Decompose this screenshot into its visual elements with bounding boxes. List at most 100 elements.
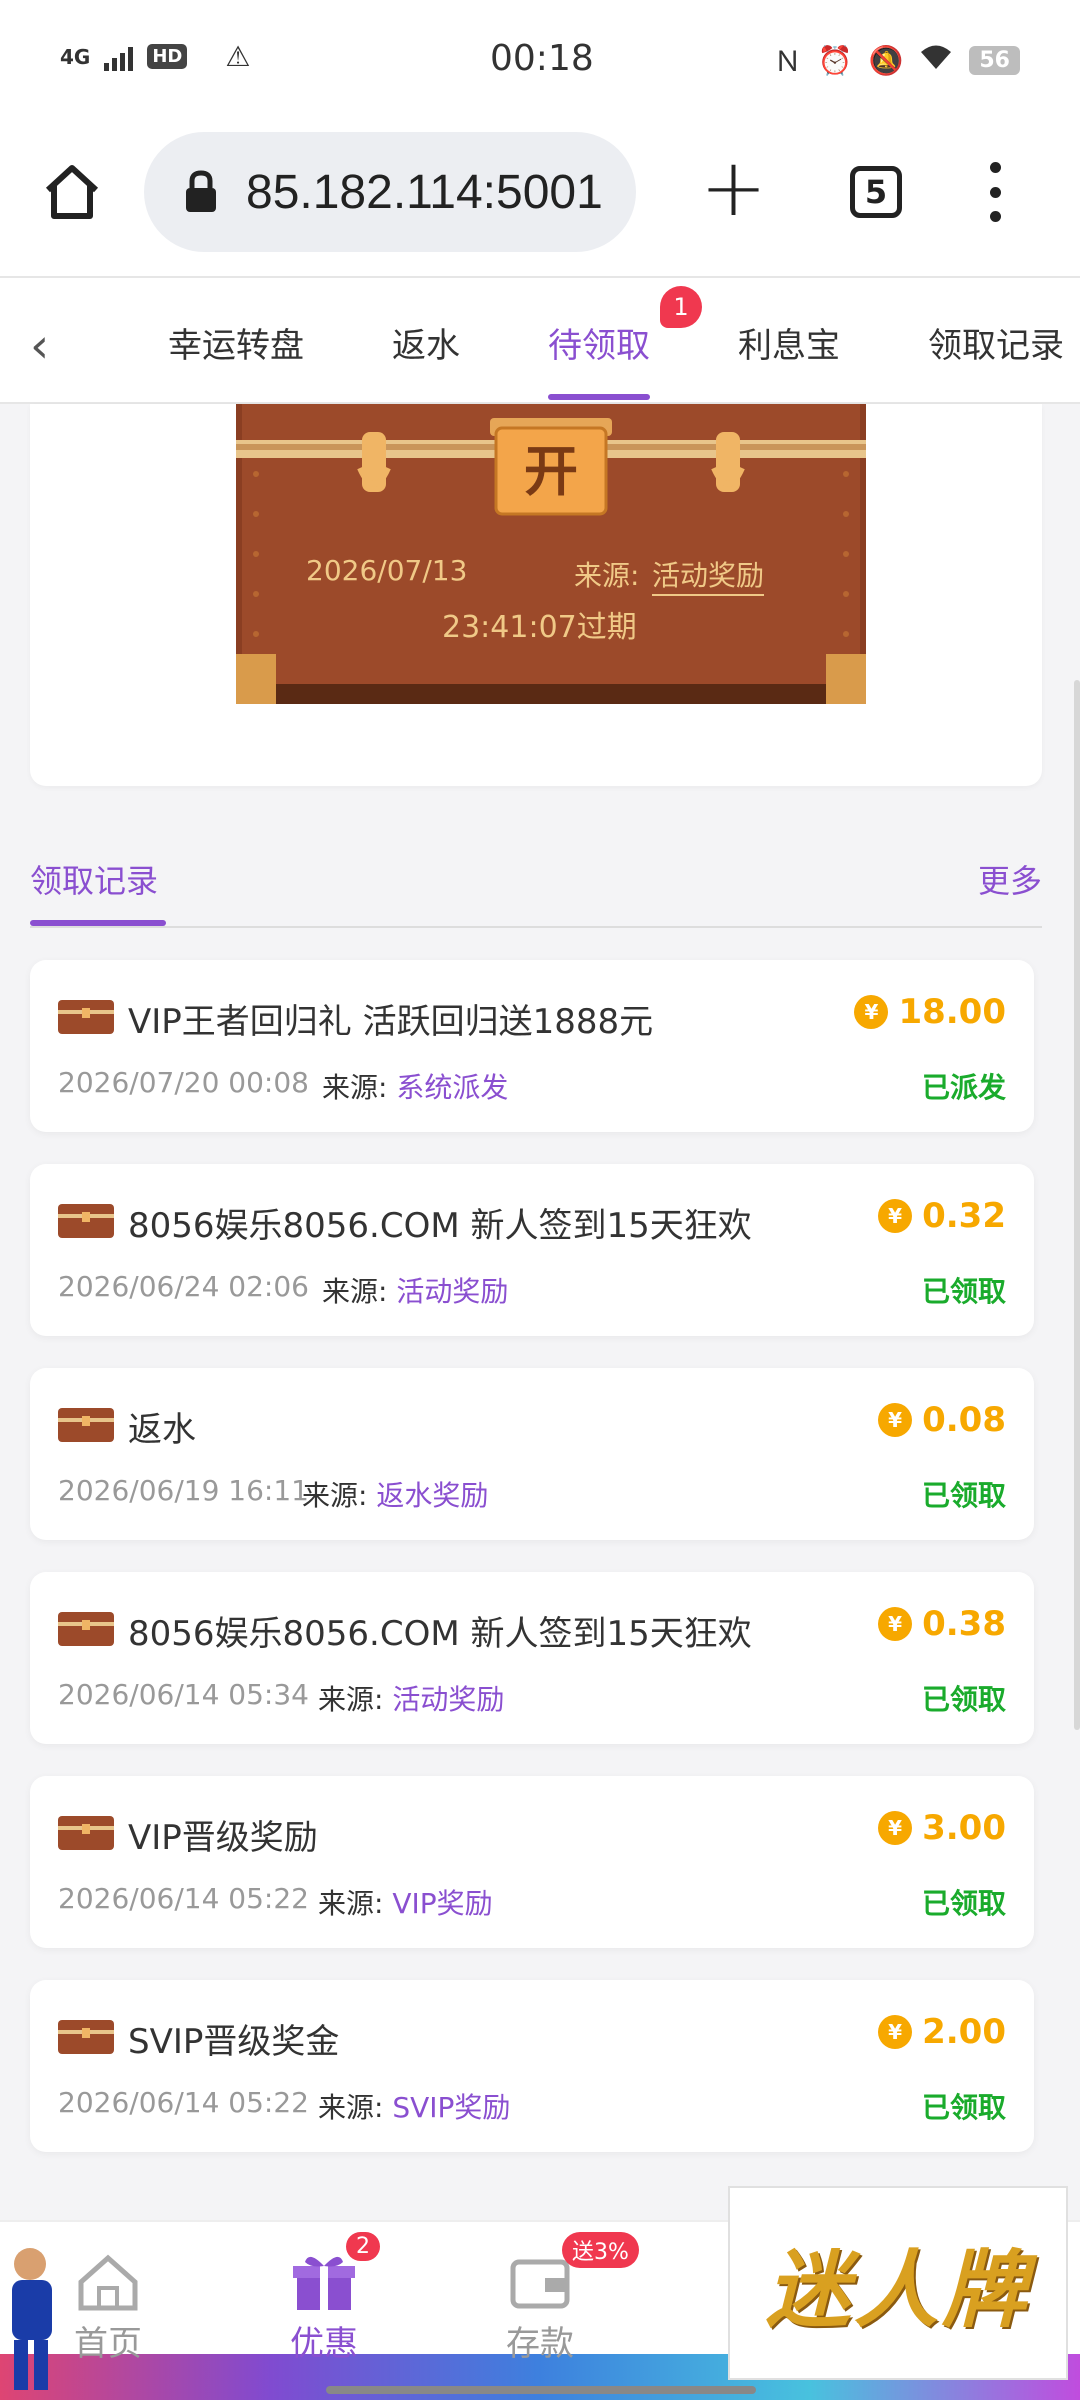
- record-source: 来源: VIP奖励: [318, 1882, 493, 1922]
- record-card[interactable]: SVIP晋级奖金 ¥2.00 2026/06/14 05:22 来源: SVIP奖励 已…: [30, 1980, 1034, 2152]
- brand-logo: 迷人牌: [728, 2186, 1068, 2380]
- tab-pending[interactable]: 待领取: [548, 318, 650, 367]
- chest-icon: [58, 1200, 114, 1240]
- record-status: 已领取: [921, 1683, 1006, 1716]
- record-time: 2026/06/14 05:34: [58, 1678, 309, 1711]
- battery-indicator: 56: [969, 45, 1020, 75]
- tab-rebate[interactable]: 返水: [392, 318, 460, 367]
- logo-text: 迷人牌: [765, 2239, 1030, 2339]
- alarm-icon: ⏰: [817, 43, 853, 77]
- record-source-value[interactable]: 活动奖励: [392, 1683, 504, 1716]
- record-amount-value: 2.00: [922, 2012, 1006, 2052]
- coin-icon: ¥: [878, 2015, 913, 2049]
- gesture-bar: [326, 2386, 756, 2394]
- record-time: 2026/07/20 00:08: [58, 1066, 309, 1099]
- coin-icon: ¥: [878, 1607, 913, 1641]
- chest-icon: [58, 1404, 114, 1444]
- nav-promo[interactable]: 优惠: [264, 2252, 384, 2365]
- coin-icon: ¥: [878, 1199, 913, 1233]
- wallet-icon: [505, 2259, 575, 2316]
- record-source: 来源: 活动奖励: [322, 1270, 508, 1310]
- promo-tabs: ‹ 幸运转盘 返水 待领取 利息宝 领取记录: [0, 276, 1080, 404]
- section-divider: [30, 926, 1042, 928]
- record-amount: ¥0.38: [878, 1604, 1006, 1644]
- record-source-value[interactable]: SVIP奖励: [392, 2091, 510, 2124]
- chest-icon: [58, 1608, 114, 1648]
- record-source: 来源: 系统派发: [322, 1066, 508, 1106]
- record-title: 返水: [128, 1410, 196, 1450]
- chest-source-label: 来源:: [574, 559, 640, 592]
- record-title: 8056娱乐8056.COM 新人签到15天狂欢: [128, 1206, 752, 1246]
- record-title: SVIP晋级奖金: [128, 2022, 340, 2062]
- tab-lucky-wheel[interactable]: 幸运转盘: [168, 318, 304, 367]
- record-status: 已领取: [921, 1887, 1006, 1920]
- status-bar: 4G HD ⚠ 00:18 Ｎ ⏰ 🔕 56: [0, 0, 1080, 120]
- record-title: VIP晋级奖励: [128, 1818, 318, 1858]
- record-status: 已派发: [921, 1071, 1006, 1104]
- section-title-indicator: [30, 920, 166, 926]
- record-source-value[interactable]: 活动奖励: [396, 1275, 508, 1308]
- new-tab-button[interactable]: +: [700, 148, 767, 228]
- record-amount-value: 0.08: [922, 1400, 1006, 1440]
- records-section-title[interactable]: 领取记录: [30, 856, 158, 902]
- record-source: 来源: 返水奖励: [302, 1474, 488, 1514]
- lock-icon: [184, 170, 218, 214]
- record-amount-value: 0.38: [922, 1604, 1006, 1644]
- record-source: 来源: 活动奖励: [318, 1678, 504, 1718]
- home-icon[interactable]: [40, 160, 104, 224]
- chest-icon: [58, 1812, 114, 1852]
- record-source-label: 来源:: [302, 1479, 368, 1512]
- coin-icon: ¥: [854, 995, 889, 1029]
- nav-deposit-label: 存款: [506, 2324, 574, 2364]
- record-title: VIP王者回归礼 活跃回归送1888元: [128, 1002, 654, 1042]
- record-card[interactable]: 8056娱乐8056.COM 新人签到15天狂欢 ¥0.32 2026/06/24 …: [30, 1164, 1034, 1336]
- coin-icon: ¥: [878, 1403, 913, 1437]
- open-chest-label[interactable]: 开: [496, 430, 606, 514]
- coin-icon: ¥: [878, 1811, 913, 1845]
- more-link[interactable]: 更多: [978, 856, 1042, 902]
- record-status: 已领取: [921, 2091, 1006, 2124]
- nav-deposit[interactable]: 存款: [480, 2252, 600, 2365]
- record-source-label: 来源:: [318, 1683, 384, 1716]
- nfc-icon: Ｎ: [773, 45, 802, 78]
- active-tab-indicator: [548, 394, 650, 400]
- more-menu-icon[interactable]: [980, 162, 1010, 222]
- record-amount: ¥0.08: [878, 1400, 1006, 1440]
- record-source-value[interactable]: 返水奖励: [376, 1479, 488, 1512]
- record-amount: ¥3.00: [878, 1808, 1006, 1848]
- record-card[interactable]: 8056娱乐8056.COM 新人签到15天狂欢 ¥0.38 2026/06/14 …: [30, 1572, 1034, 1744]
- record-amount-value: 3.00: [922, 1808, 1006, 1848]
- tab-claim-records[interactable]: 领取记录: [928, 318, 1064, 367]
- record-card[interactable]: VIP晋级奖励 ¥3.00 2026/06/14 05:22 来源: VIP奖励 已领取: [30, 1776, 1034, 1948]
- nav-home-label: 首页: [74, 2324, 142, 2364]
- network-type: 4G: [60, 44, 91, 69]
- chest-source-link[interactable]: 活动奖励: [652, 554, 765, 596]
- back-chevron-icon[interactable]: ‹: [30, 318, 49, 374]
- record-amount: ¥2.00: [878, 2012, 1006, 2052]
- record-source-value[interactable]: 系统派发: [396, 1071, 508, 1104]
- record-amount-value: 0.32: [922, 1196, 1006, 1236]
- record-source-value[interactable]: VIP奖励: [392, 1887, 492, 1920]
- gift-icon: [289, 2256, 359, 2316]
- nav-home[interactable]: 首页: [48, 2252, 168, 2365]
- warning-icon: ⚠: [225, 40, 251, 73]
- promo-badge: 2: [346, 2232, 380, 2261]
- tab-switcher-button[interactable]: 5: [850, 166, 902, 218]
- record-status: 已领取: [921, 1275, 1006, 1308]
- pending-reward-card: 开 2026/07/13 来源: 活动奖励 23:41:07过期: [30, 404, 1042, 786]
- tab-interest[interactable]: 利息宝: [738, 318, 840, 367]
- record-title: 8056娱乐8056.COM 新人签到15天狂欢: [128, 1614, 752, 1654]
- record-amount-value: 18.00: [898, 992, 1006, 1032]
- clock: 00:18: [490, 38, 594, 79]
- record-card[interactable]: VIP王者回归礼 活跃回归送1888元 ¥18.00 2026/07/20 00:0…: [30, 960, 1034, 1132]
- record-amount: ¥0.32: [878, 1196, 1006, 1236]
- record-card[interactable]: 返水 ¥0.08 2026/06/19 16:11 来源: 返水奖励 已领取: [30, 1368, 1034, 1540]
- chest-date: 2026/07/13: [306, 554, 468, 587]
- hd-badge: HD: [147, 44, 188, 69]
- url-bar[interactable]: 85.182.114:5001: [144, 132, 636, 252]
- scrollbar[interactable]: [1074, 680, 1080, 1730]
- record-time: 2026/06/14 05:22: [58, 2086, 309, 2119]
- signal-icon: [104, 43, 134, 71]
- record-time: 2026/06/14 05:22: [58, 1882, 309, 1915]
- deposit-badge: 送3%: [562, 2232, 639, 2268]
